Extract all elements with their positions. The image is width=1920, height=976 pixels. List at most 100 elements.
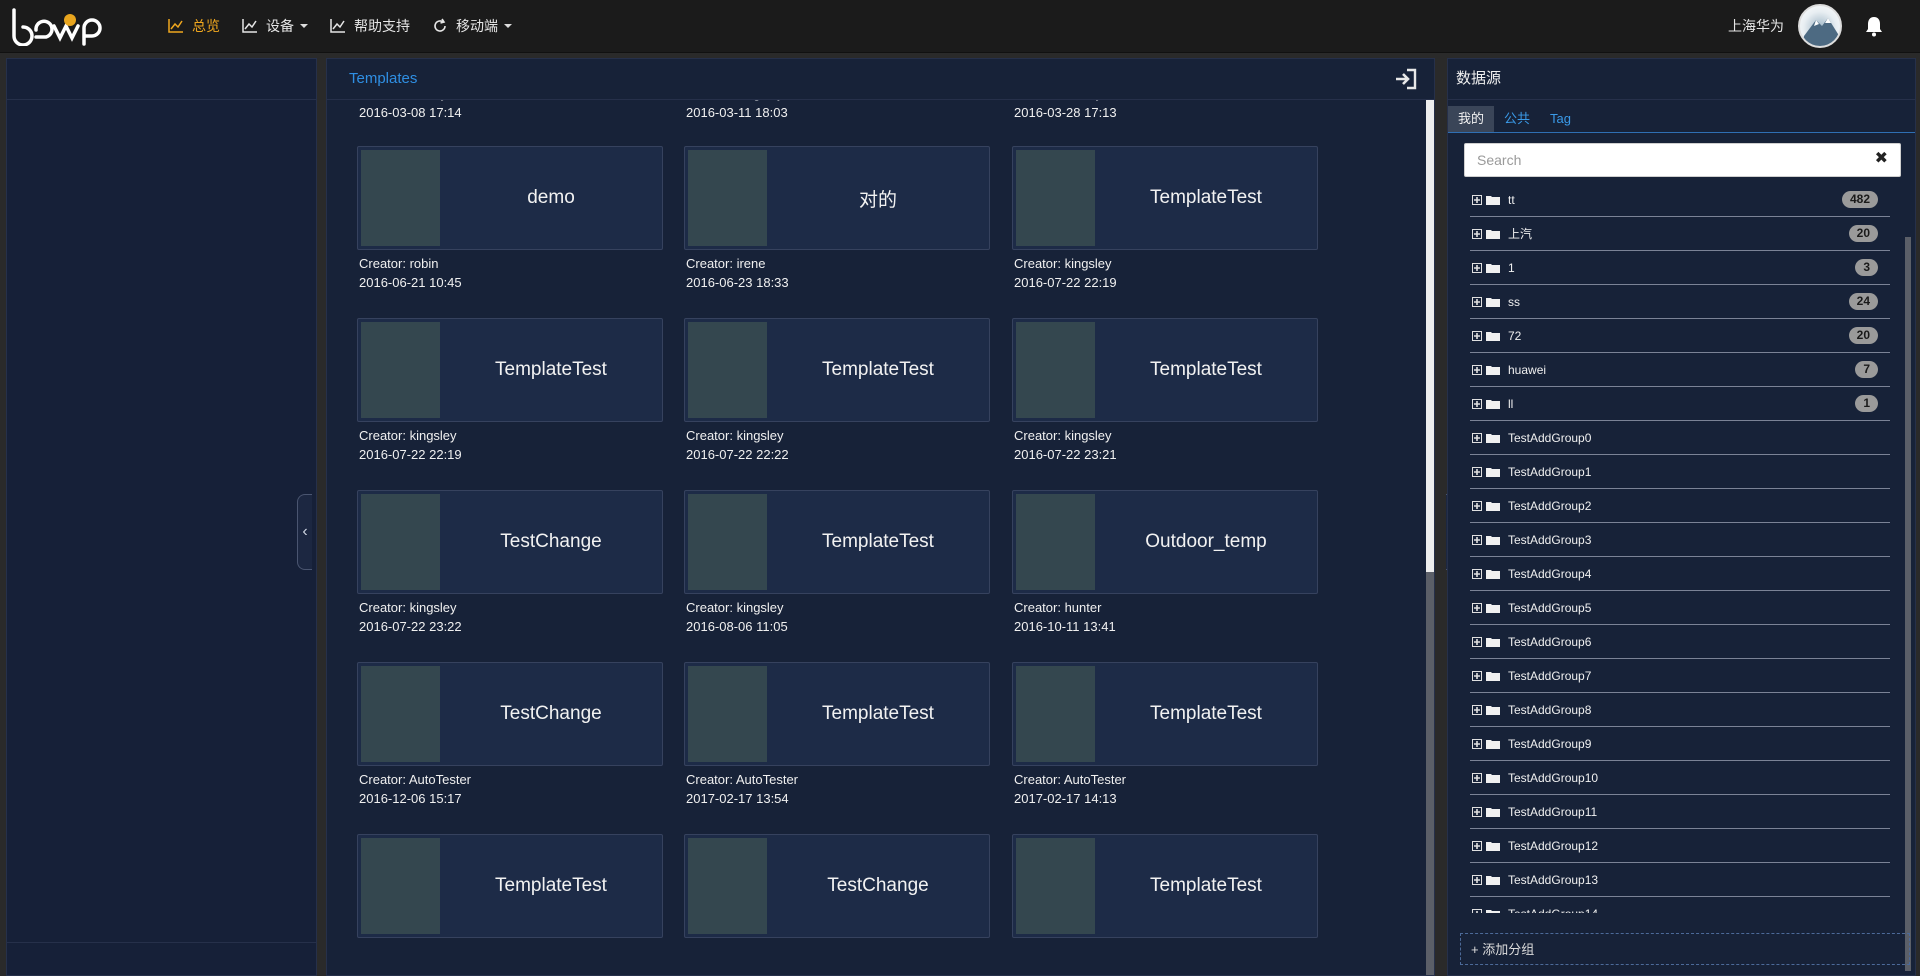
tree-group-row[interactable]: ll 1 bbox=[1470, 387, 1890, 421]
template-card[interactable]: TemplateTest bbox=[357, 834, 663, 944]
template-card-box[interactable]: TemplateTest bbox=[1012, 146, 1318, 250]
tab-public[interactable]: 公共 bbox=[1494, 106, 1540, 132]
tree-group-row[interactable]: TestAddGroup0 bbox=[1470, 421, 1890, 455]
expand-icon[interactable] bbox=[1472, 364, 1482, 375]
template-card-box[interactable]: TemplateTest bbox=[357, 318, 663, 422]
collapse-left-button[interactable]: ‹ bbox=[297, 494, 312, 570]
tree-group-row[interactable]: tt 482 bbox=[1470, 183, 1890, 217]
tree-group-row[interactable]: TestAddGroup7 bbox=[1470, 659, 1890, 693]
template-card-box[interactable]: TestChange bbox=[357, 490, 663, 594]
template-card-box[interactable]: 对的 bbox=[684, 146, 990, 250]
expand-icon[interactable] bbox=[1472, 534, 1482, 545]
tree-group-row[interactable]: TestAddGroup14 bbox=[1470, 897, 1890, 913]
template-card[interactable]: Creator: woody 2016-03-08 17:14 bbox=[357, 100, 663, 120]
tree-group-row[interactable]: 13 bbox=[1470, 251, 1890, 285]
template-card[interactable]: TemplateTest Creator: kingsley 2016-07-22 … bbox=[1012, 146, 1318, 290]
tree-group-row[interactable]: TestAddGroup10 bbox=[1470, 761, 1890, 795]
template-card-box[interactable]: TestChange bbox=[357, 662, 663, 766]
template-date: 2016-07-22 22:19 bbox=[1014, 275, 1117, 290]
template-card[interactable]: TemplateTest Creator: AutoTester 2017-02-1… bbox=[1012, 662, 1318, 806]
tree-group-row[interactable]: TestAddGroup12 bbox=[1470, 829, 1890, 863]
tree-group-row[interactable]: TestAddGroup8 bbox=[1470, 693, 1890, 727]
expand-icon[interactable] bbox=[1472, 806, 1482, 817]
template-card[interactable]: TemplateTest Creator: AutoTester 2017-02-1… bbox=[684, 662, 990, 806]
template-card-box[interactable]: Outdoor_temp bbox=[1012, 490, 1318, 594]
scrollbar-thumb[interactable] bbox=[1426, 572, 1434, 975]
template-card[interactable]: 对的 Creator: irene 2016-06-23 18:33 bbox=[684, 146, 990, 290]
datasource-scrollbar[interactable] bbox=[1905, 237, 1911, 971]
mountain-image bbox=[1802, 18, 1838, 46]
expand-icon[interactable] bbox=[1472, 330, 1482, 341]
expand-icon[interactable] bbox=[1472, 262, 1482, 273]
expand-icon[interactable] bbox=[1472, 704, 1482, 715]
template-card-box[interactable]: TemplateTest bbox=[1012, 318, 1318, 422]
expand-icon[interactable] bbox=[1472, 670, 1482, 681]
expand-icon[interactable] bbox=[1472, 500, 1482, 511]
add-group-button[interactable]: + 添加分组 bbox=[1460, 933, 1910, 965]
expand-icon[interactable] bbox=[1472, 296, 1482, 307]
search-input[interactable] bbox=[1465, 144, 1859, 176]
template-card-box[interactable]: demo bbox=[357, 146, 663, 250]
template-card-box[interactable]: TemplateTest bbox=[684, 490, 990, 594]
tree-group-row[interactable]: TestAddGroup2 bbox=[1470, 489, 1890, 523]
expand-icon[interactable] bbox=[1472, 602, 1482, 613]
expand-icon[interactable] bbox=[1472, 908, 1482, 914]
template-card[interactable]: TestChange Creator: AutoTester 2016-12-06 … bbox=[357, 662, 663, 806]
logo[interactable] bbox=[10, 6, 106, 46]
templates-scrollbar[interactable] bbox=[1426, 100, 1434, 975]
template-card[interactable]: TestChange Creator: kingsley 2016-07-22 23… bbox=[357, 490, 663, 634]
tree-group-row[interactable]: huawei 7 bbox=[1470, 353, 1890, 387]
template-card-box[interactable]: TemplateTest bbox=[357, 834, 663, 938]
template-card[interactable]: demo Creator: robin 2016-06-21 10:45 bbox=[357, 146, 663, 290]
template-card-box[interactable]: TestChange bbox=[684, 834, 990, 938]
tree-group-row[interactable]: TestAddGroup11 bbox=[1470, 795, 1890, 829]
expand-icon[interactable] bbox=[1472, 228, 1482, 239]
template-card[interactable]: TemplateTest bbox=[1012, 834, 1318, 944]
bell-icon[interactable] bbox=[1864, 15, 1884, 37]
nav-devices[interactable]: 设备 bbox=[242, 16, 308, 36]
sign-in-icon[interactable] bbox=[1394, 68, 1418, 90]
tree-group-row[interactable]: TestAddGroup3 bbox=[1470, 523, 1890, 557]
templates-title: Templates bbox=[349, 70, 418, 87]
tree-group-row[interactable]: TestAddGroup9 bbox=[1470, 727, 1890, 761]
tree-group-row[interactable]: TestAddGroup1 bbox=[1470, 455, 1890, 489]
tab-tag[interactable]: Tag bbox=[1540, 106, 1581, 132]
template-card[interactable]: TemplateTest Creator: kingsley 2016-07-22 … bbox=[684, 318, 990, 462]
tree-group-row[interactable]: 上汽 20 bbox=[1470, 217, 1890, 251]
template-card-box[interactable]: TemplateTest bbox=[684, 318, 990, 422]
template-card[interactable]: TemplateTest Creator: kingsley 2016-08-06 … bbox=[684, 490, 990, 634]
tree-group-label: ss bbox=[1508, 294, 1520, 309]
expand-icon[interactable] bbox=[1472, 432, 1482, 443]
template-card[interactable]: TestChange bbox=[684, 834, 990, 944]
expand-icon[interactable] bbox=[1472, 636, 1482, 647]
template-card[interactable]: Creator: woody 2016-03-28 17:13 bbox=[1012, 100, 1318, 120]
expand-icon[interactable] bbox=[1472, 840, 1482, 851]
tree-group-row[interactable]: ss 24 bbox=[1470, 285, 1890, 319]
template-card-box[interactable]: TemplateTest bbox=[684, 662, 990, 766]
tree-group-row[interactable]: 72 20 bbox=[1470, 319, 1890, 353]
company-name[interactable]: 上海华为 bbox=[1728, 16, 1784, 36]
nav-help[interactable]: 帮助支持 bbox=[330, 16, 410, 36]
template-card-box[interactable]: TemplateTest bbox=[1012, 834, 1318, 938]
template-card[interactable]: TemplateTest Creator: kingsley 2016-07-22 … bbox=[357, 318, 663, 462]
template-card[interactable]: TemplateTest Creator: kingsley 2016-07-22 … bbox=[1012, 318, 1318, 462]
tree-group-row[interactable]: TestAddGroup4 bbox=[1470, 557, 1890, 591]
expand-icon[interactable] bbox=[1472, 738, 1482, 749]
nav-mobile[interactable]: 移动端 bbox=[432, 16, 512, 36]
template-card-box[interactable]: TemplateTest bbox=[1012, 662, 1318, 766]
expand-icon[interactable] bbox=[1472, 398, 1482, 409]
close-icon[interactable]: ✖ bbox=[1875, 150, 1888, 168]
template-card[interactable]: Creator: kingsley 2016-03-11 18:03 bbox=[684, 100, 990, 120]
expand-icon[interactable] bbox=[1472, 568, 1482, 579]
nav-overview[interactable]: 总览 bbox=[168, 16, 220, 36]
expand-icon[interactable] bbox=[1472, 874, 1482, 885]
expand-icon[interactable] bbox=[1472, 466, 1482, 477]
tree-group-row[interactable]: TestAddGroup13 bbox=[1470, 863, 1890, 897]
tree-group-row[interactable]: TestAddGroup6 bbox=[1470, 625, 1890, 659]
avatar[interactable] bbox=[1798, 4, 1842, 48]
expand-icon[interactable] bbox=[1472, 772, 1482, 783]
expand-icon[interactable] bbox=[1472, 194, 1482, 205]
tree-group-row[interactable]: TestAddGroup5 bbox=[1470, 591, 1890, 625]
template-card[interactable]: Outdoor_temp Creator: hunter 2016-10-11 13… bbox=[1012, 490, 1318, 634]
tab-mine[interactable]: 我的 bbox=[1448, 106, 1495, 132]
